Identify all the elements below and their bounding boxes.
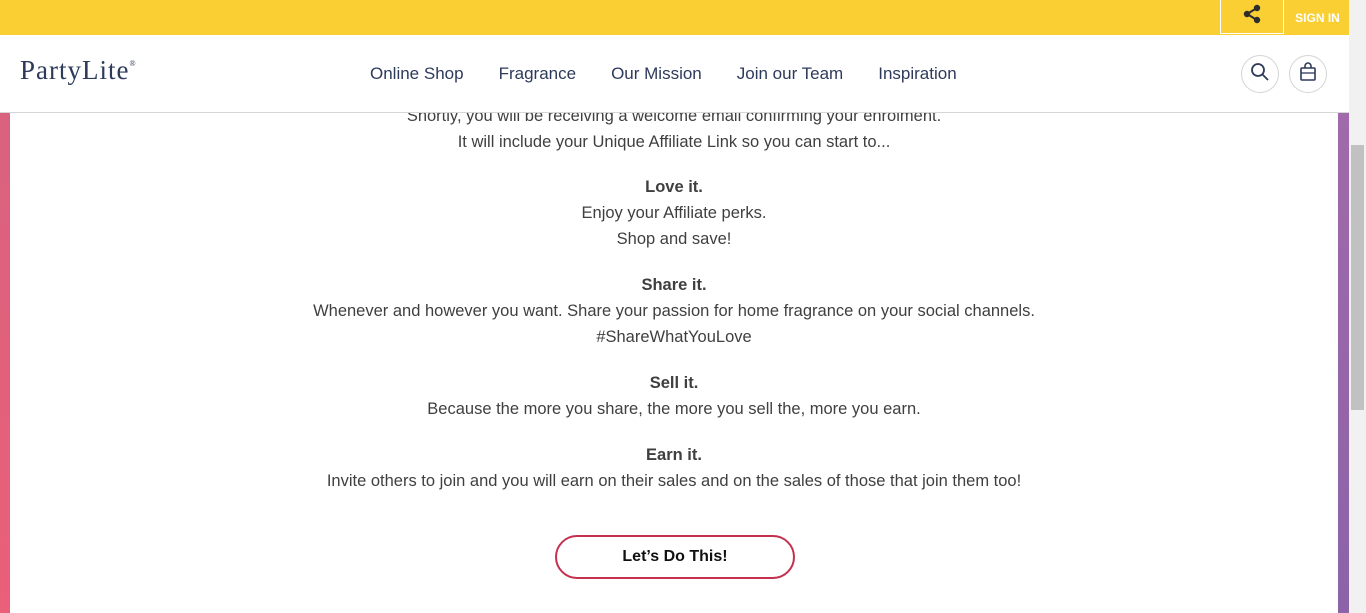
- nav-join-our-team[interactable]: Join our Team: [737, 64, 843, 84]
- section-line: #ShareWhatYouLove: [596, 328, 752, 346]
- shopping-bag-icon: [1299, 61, 1317, 87]
- section-line: Because the more you share, the more you…: [427, 400, 921, 418]
- nav-our-mission[interactable]: Our Mission: [611, 64, 702, 84]
- section-heading: Love it.: [645, 178, 703, 196]
- section-heading: Earn it.: [646, 446, 702, 464]
- search-button[interactable]: [1241, 55, 1279, 93]
- nav-online-shop[interactable]: Online Shop: [370, 64, 464, 84]
- cart-button[interactable]: [1289, 55, 1327, 93]
- intro-line: It will include your Unique Affiliate Li…: [457, 133, 891, 151]
- lets-do-this-button[interactable]: Let’s Do This!: [555, 535, 795, 579]
- section-love-it: Love it. Enjoy your Affiliate perks. Sho…: [10, 174, 1338, 252]
- section-heading: Share it.: [641, 276, 707, 294]
- top-bar: SIGN IN: [0, 0, 1349, 35]
- section-line: Enjoy your Affiliate perks.: [581, 204, 767, 222]
- search-icon: [1250, 62, 1270, 87]
- section-line: Whenever and however you want. Share you…: [313, 302, 1035, 320]
- registered-mark: ®: [129, 59, 137, 68]
- section-share-it: Share it. Whenever and however you want.…: [10, 272, 1338, 350]
- logo-text: PartyLite: [20, 55, 130, 85]
- left-gradient-border: [0, 113, 10, 613]
- partylite-logo[interactable]: PartyLite®: [20, 55, 137, 86]
- section-line: Shop and save!: [616, 230, 732, 248]
- share-button[interactable]: [1220, 0, 1284, 34]
- scrollbar-thumb[interactable]: [1351, 145, 1364, 410]
- section-line: Invite others to join and you will earn …: [326, 472, 1022, 490]
- nav-inspiration[interactable]: Inspiration: [878, 64, 956, 84]
- section-heading: Sell it.: [649, 374, 699, 392]
- right-gradient-border: [1338, 113, 1349, 613]
- section-earn-it: Earn it. Invite others to join and you w…: [10, 442, 1338, 494]
- sign-in-link[interactable]: SIGN IN: [1286, 0, 1349, 35]
- intro-line: Shortly, you will be receiving a welcome…: [406, 113, 942, 125]
- main-nav: Online Shop Fragrance Our Mission Join o…: [370, 64, 992, 84]
- nav-fragrance[interactable]: Fragrance: [499, 64, 576, 84]
- welcome-content: Shortly, you will be receiving a welcome…: [10, 113, 1338, 613]
- share-icon: [1241, 3, 1263, 30]
- site-header: PartyLite® Online Shop Fragrance Our Mis…: [0, 35, 1349, 113]
- section-sell-it: Sell it. Because the more you share, the…: [10, 370, 1338, 422]
- intro-block: Shortly, you will be receiving a welcome…: [10, 113, 1338, 155]
